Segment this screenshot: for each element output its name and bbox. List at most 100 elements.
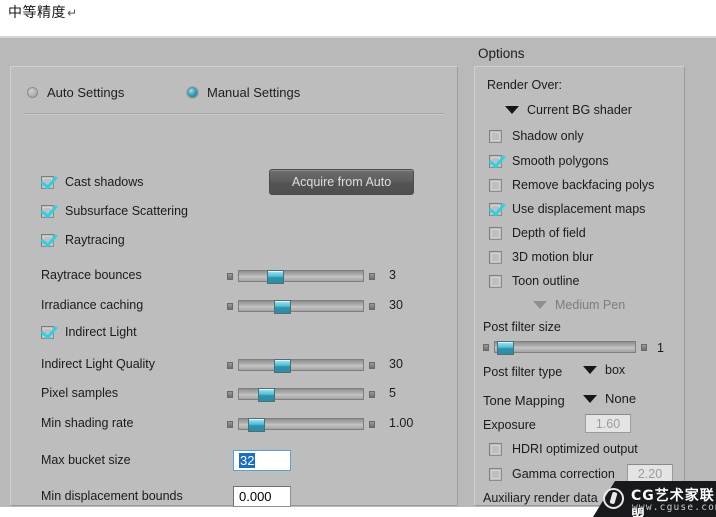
acquire-button-label: Acquire from Auto bbox=[291, 175, 392, 189]
slider-post-filter-size[interactable] bbox=[483, 340, 647, 355]
checkbox-label: Toon outline bbox=[512, 274, 580, 288]
checkbox-label: Indirect Light bbox=[65, 325, 137, 339]
checkbox-hdri-optimized-output[interactable]: HDRI optimized output bbox=[489, 442, 638, 456]
checkbox-label: Subsurface Scattering bbox=[65, 204, 188, 218]
post-filter-type-value: box bbox=[605, 363, 626, 377]
post-filter-type-dropdown[interactable]: box bbox=[583, 363, 625, 377]
exposure-label: Exposure bbox=[483, 418, 536, 432]
slider-max-marker bbox=[369, 421, 375, 428]
checkbox-icon bbox=[41, 233, 54, 247]
checkbox-label: 3D motion blur bbox=[512, 250, 594, 264]
checkbox-icon bbox=[489, 467, 502, 481]
render-settings-window: Auto Settings Manual Settings Cast shado… bbox=[0, 36, 716, 511]
tone-mapping-dropdown[interactable]: None bbox=[583, 391, 636, 406]
checkbox-label: Gamma correction bbox=[512, 467, 615, 481]
slider-min-shading-rate[interactable]: Min shading rate 1.00 bbox=[41, 415, 441, 433]
slider-track[interactable] bbox=[238, 418, 364, 432]
checkbox-raytracing[interactable]: Raytracing bbox=[41, 233, 125, 247]
checkbox-label: Smooth polygons bbox=[512, 154, 609, 168]
acquire-from-auto-button[interactable]: Acquire from Auto bbox=[269, 169, 414, 195]
checkbox-icon bbox=[489, 129, 502, 143]
slider-value: 5 bbox=[389, 386, 396, 400]
checkbox-indirect-light[interactable]: Indirect Light bbox=[41, 325, 137, 339]
checkbox-label: Raytracing bbox=[65, 233, 125, 247]
checkbox-icon bbox=[489, 202, 502, 216]
slider-label: Raytrace bounces bbox=[41, 268, 142, 282]
pilcrow-mark: ↵ bbox=[67, 6, 78, 20]
slider-track[interactable] bbox=[238, 359, 364, 373]
checkbox-smooth-polygons[interactable]: Smooth polygons bbox=[489, 154, 609, 168]
caption-text: 中等精度 bbox=[8, 5, 66, 21]
radio-auto-label: Auto Settings bbox=[47, 85, 125, 100]
manual-settings-panel: Auto Settings Manual Settings Cast shado… bbox=[10, 66, 458, 507]
site-watermark: CG艺术家联盟 www.cguse.com bbox=[593, 481, 716, 517]
slider-track[interactable] bbox=[238, 388, 364, 402]
slider-min-marker bbox=[227, 421, 233, 428]
slider-max-marker bbox=[369, 303, 375, 310]
slider-thumb[interactable] bbox=[274, 359, 292, 373]
page-caption: 中等精度↵ bbox=[8, 2, 78, 22]
slider-track-wrap[interactable] bbox=[227, 387, 375, 402]
slider-min-marker bbox=[483, 344, 489, 351]
input-value: 32 bbox=[239, 453, 256, 468]
slider-pixel-samples[interactable]: Pixel samples 5 bbox=[41, 385, 441, 403]
slider-track[interactable] bbox=[494, 341, 636, 355]
slider-value: 30 bbox=[389, 357, 403, 371]
checkbox-icon bbox=[41, 204, 54, 218]
tone-mapping-value: None bbox=[605, 391, 637, 406]
checkbox-subsurface-scattering[interactable]: Subsurface Scattering bbox=[41, 204, 188, 218]
exposure-input[interactable]: 1.60 bbox=[585, 414, 631, 433]
settings-mode-row: Auto Settings Manual Settings bbox=[11, 77, 457, 111]
slider-track-wrap[interactable] bbox=[227, 358, 375, 373]
slider-track-wrap[interactable] bbox=[227, 269, 375, 284]
post-filter-type-label: Post filter type bbox=[483, 365, 563, 379]
checkbox-icon bbox=[41, 175, 54, 189]
slider-thumb[interactable] bbox=[497, 341, 515, 355]
slider-value: 3 bbox=[389, 268, 396, 282]
checkbox-icon bbox=[41, 325, 54, 339]
slider-track-wrap[interactable] bbox=[227, 417, 375, 432]
checkbox-shadow-only[interactable]: Shadow only bbox=[489, 129, 584, 143]
slider-value: 1.00 bbox=[389, 416, 414, 430]
slider-track-wrap[interactable] bbox=[227, 299, 375, 314]
slider-raytrace-bounces[interactable]: Raytrace bounces 3 bbox=[41, 267, 441, 285]
slider-max-marker bbox=[369, 391, 375, 398]
slider-label: Min shading rate bbox=[41, 416, 134, 430]
pen-style-value: Medium Pen bbox=[555, 298, 626, 312]
slider-indirect-light-quality[interactable]: Indirect Light Quality 30 bbox=[41, 356, 441, 374]
checkbox-icon bbox=[489, 250, 502, 264]
slider-min-marker bbox=[227, 391, 233, 398]
radio-manual-settings[interactable]: Manual Settings bbox=[187, 85, 300, 100]
slider-irradiance-caching[interactable]: Irradiance caching 30 bbox=[41, 297, 441, 315]
post-filter-size-value: 1 bbox=[657, 341, 664, 355]
radio-auto-settings[interactable]: Auto Settings bbox=[27, 85, 124, 100]
slider-thumb[interactable] bbox=[274, 300, 292, 314]
render-over-dropdown[interactable]: Current BG shader bbox=[505, 103, 632, 117]
checkbox-3d-motion-blur[interactable]: 3D motion blur bbox=[489, 250, 593, 264]
slider-track[interactable] bbox=[238, 270, 364, 284]
slider-max-marker bbox=[369, 273, 375, 280]
min-displacement-bounds-input[interactable]: 0.000 bbox=[233, 486, 291, 507]
slider-label: Indirect Light Quality bbox=[41, 357, 155, 371]
checkbox-gamma-correction[interactable]: Gamma correction bbox=[489, 467, 615, 481]
slider-thumb[interactable] bbox=[266, 270, 284, 284]
slider-track[interactable] bbox=[238, 300, 364, 314]
field-label: Min displacement bounds bbox=[41, 489, 183, 503]
mode-divider bbox=[23, 113, 445, 115]
chevron-down-icon bbox=[583, 366, 597, 374]
checkbox-icon bbox=[489, 442, 502, 456]
checkbox-icon bbox=[489, 154, 502, 168]
checkbox-cast-shadows[interactable]: Cast shadows bbox=[41, 175, 144, 189]
checkbox-toon-outline[interactable]: Toon outline bbox=[489, 274, 579, 288]
slider-thumb[interactable] bbox=[247, 418, 265, 432]
checkbox-use-displacement-maps[interactable]: Use displacement maps bbox=[489, 202, 645, 216]
slider-min-marker bbox=[227, 303, 233, 310]
post-filter-size-label: Post filter size bbox=[483, 320, 561, 334]
checkbox-remove-backfacing-polys[interactable]: Remove backfacing polys bbox=[489, 178, 654, 192]
slider-thumb[interactable] bbox=[258, 388, 276, 402]
max-bucket-size-input[interactable]: 32 bbox=[233, 450, 291, 471]
pen-style-dropdown[interactable]: Medium Pen bbox=[533, 298, 625, 312]
checkbox-label: Depth of field bbox=[512, 226, 586, 240]
checkbox-depth-of-field[interactable]: Depth of field bbox=[489, 226, 586, 240]
chevron-down-icon bbox=[505, 106, 519, 114]
